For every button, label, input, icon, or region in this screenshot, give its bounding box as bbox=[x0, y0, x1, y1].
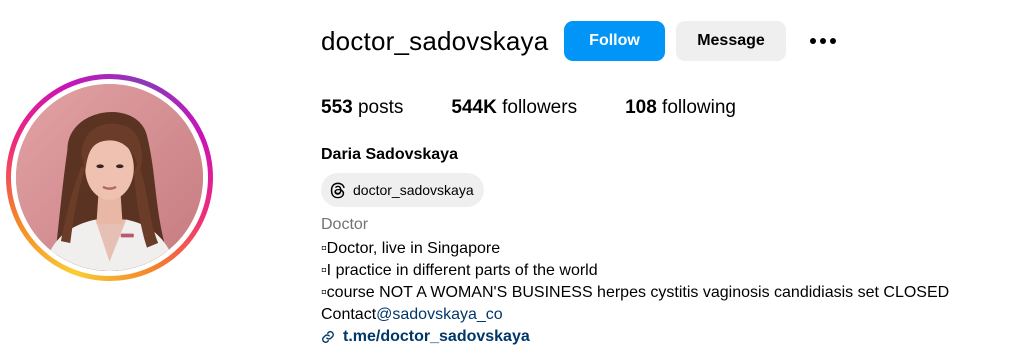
following-label: following bbox=[656, 97, 736, 118]
threads-badge[interactable]: doctor_sadovskaya bbox=[321, 173, 484, 207]
contact-prefix: Contact bbox=[321, 306, 377, 323]
external-link[interactable]: t.me/doctor_sadovskaya bbox=[321, 328, 530, 346]
profile-page: doctor_sadovskaya Follow Message 553 pos… bbox=[0, 0, 1010, 353]
followers-stat[interactable]: 544K followers bbox=[451, 97, 577, 119]
category-label: Doctor bbox=[321, 216, 369, 233]
followers-label: followers bbox=[496, 97, 578, 118]
story-ring[interactable] bbox=[6, 74, 213, 281]
followers-count: 544K bbox=[451, 97, 497, 118]
bio-text: ▫Doctor, live in Singapore ▫I practice i… bbox=[321, 238, 949, 326]
contact-line: Contact@sadovskaya_co bbox=[321, 304, 949, 326]
avatar bbox=[16, 84, 203, 271]
following-stat[interactable]: 108 following bbox=[625, 97, 736, 119]
more-options-icon[interactable] bbox=[806, 30, 840, 52]
contact-mention-link[interactable]: @sadovskaya_co bbox=[376, 306, 503, 323]
posts-stat[interactable]: 553 posts bbox=[321, 97, 403, 119]
full-name: Daria Sadovskaya bbox=[321, 146, 458, 163]
link-icon bbox=[321, 330, 335, 344]
message-button[interactable]: Message bbox=[676, 21, 786, 61]
threads-handle: doctor_sadovskaya bbox=[353, 182, 474, 198]
profile-photo bbox=[16, 84, 203, 271]
profile-stats: 553 posts 544K followers 108 following bbox=[321, 97, 784, 119]
bio-line: ▫I practice in different parts of the wo… bbox=[321, 262, 598, 279]
bio-line: ▫Doctor, live in Singapore bbox=[321, 240, 501, 257]
external-link-text: t.me/doctor_sadovskaya bbox=[343, 328, 530, 345]
following-count: 108 bbox=[625, 97, 657, 118]
follow-button[interactable]: Follow bbox=[564, 21, 665, 61]
posts-label: posts bbox=[352, 97, 404, 118]
bio-line: ▫course NOT A WOMAN'S BUSINESS herpes cy… bbox=[321, 284, 950, 301]
profile-username: doctor_sadovskaya bbox=[321, 26, 549, 56]
posts-count: 553 bbox=[321, 97, 353, 118]
threads-icon bbox=[329, 181, 347, 199]
